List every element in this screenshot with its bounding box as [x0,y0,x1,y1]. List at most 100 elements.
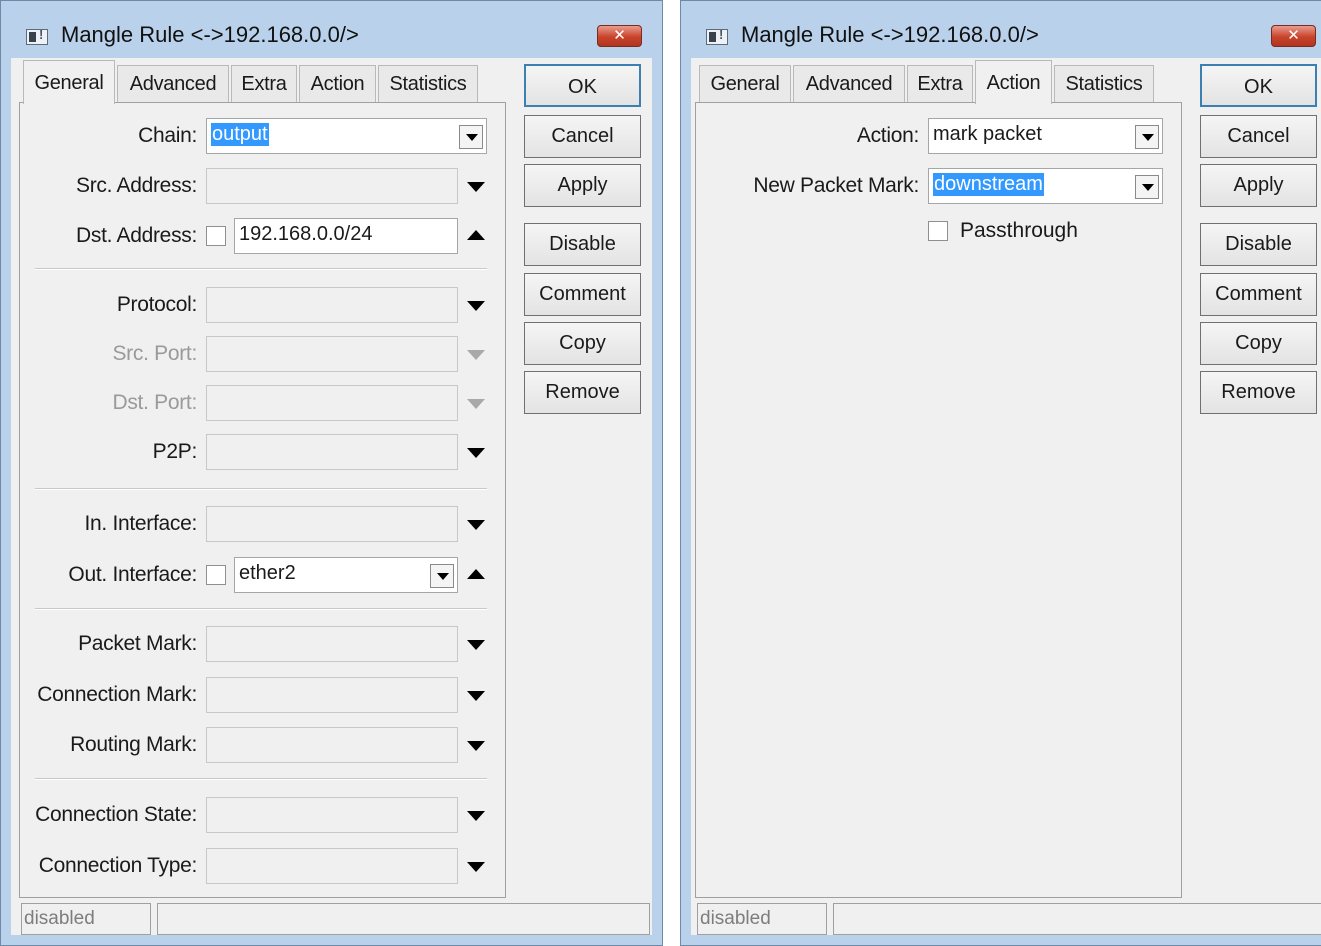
apply-button[interactable]: Apply [1200,164,1317,207]
expand-down-icon[interactable] [467,301,485,311]
chevron-down-icon[interactable] [1135,175,1159,199]
action-tab-panel: Action: mark packet New Packet Mark: dow… [695,102,1182,898]
connection-type-row: Connection Type: [20,848,505,886]
status-extra [833,903,1321,935]
title-bar[interactable]: Mangle Rule <->192.168.0.0/> ✕ [681,1,1321,61]
connection-state-field[interactable] [206,797,458,833]
separator [35,488,487,490]
tab-statistics[interactable]: Statistics [378,65,478,102]
status-state: disabled [697,903,827,935]
window-icon [706,27,728,45]
ok-button[interactable]: OK [1200,64,1317,107]
dst-address-input[interactable]: 192.168.0.0/24 [234,218,458,254]
new-packet-mark-row: New Packet Mark: downstream [696,168,1181,206]
tab-extra[interactable]: Extra [231,65,297,102]
cancel-button[interactable]: Cancel [524,115,641,158]
collapse-up-icon[interactable] [467,230,485,240]
p2p-field[interactable] [206,434,458,470]
cancel-button[interactable]: Cancel [1200,115,1317,158]
expand-down-icon[interactable] [467,691,485,701]
out-interface-select[interactable]: ether2 [234,557,458,593]
out-interface-value: ether2 [239,562,296,584]
copy-button[interactable]: Copy [524,322,641,365]
src-address-label: Src. Address: [76,174,197,197]
packet-mark-row: Packet Mark: [20,626,505,664]
apply-button[interactable]: Apply [524,164,641,207]
expand-down-icon[interactable] [467,862,485,872]
separator [35,268,487,270]
action-label: Action: [856,124,919,147]
new-packet-mark-select[interactable]: downstream [928,168,1163,204]
expand-down-icon[interactable] [467,811,485,821]
packet-mark-field[interactable] [206,626,458,662]
protocol-field[interactable] [206,287,458,323]
src-port-label: Src. Port: [112,342,197,365]
in-interface-row: In. Interface: [20,506,505,544]
protocol-label: Protocol: [116,293,197,316]
src-port-field [206,336,458,372]
in-interface-field[interactable] [206,506,458,542]
new-packet-mark-label: New Packet Mark: [753,174,919,197]
separator [35,608,487,610]
remove-button[interactable]: Remove [524,371,641,414]
protocol-row: Protocol: [20,287,505,325]
expand-down-icon[interactable] [467,640,485,650]
window-icon [26,27,48,45]
chevron-down-icon[interactable] [1135,125,1159,149]
status-bar: disabled [691,899,1321,935]
expand-down-icon [467,350,485,360]
src-port-row: Src. Port: [20,336,505,374]
tab-advanced[interactable]: Advanced [793,65,905,102]
title-bar[interactable]: Mangle Rule <->192.168.0.0/> ✕ [1,1,662,61]
action-value: mark packet [933,123,1042,145]
routing-mark-label: Routing Mark: [70,733,197,756]
connection-mark-label: Connection Mark: [37,683,197,706]
comment-button[interactable]: Comment [1200,273,1317,316]
tab-general[interactable]: General [699,65,791,102]
passthrough-row: Passthrough [696,215,1181,253]
dst-port-label: Dst. Port: [112,391,197,414]
window-client: General Advanced Extra Action Statistics… [11,58,652,935]
src-address-field[interactable] [206,168,458,204]
expand-down-icon[interactable] [467,741,485,751]
connection-mark-field[interactable] [206,677,458,713]
mangle-rule-window-general: Mangle Rule <->192.168.0.0/> ✕ General A… [0,0,663,946]
action-select[interactable]: mark packet [928,118,1163,154]
dst-address-row: Dst. Address: 192.168.0.0/24 [20,218,505,256]
chain-select[interactable]: output [206,118,487,154]
packet-mark-label: Packet Mark: [78,632,197,655]
expand-down-icon[interactable] [467,182,485,192]
expand-down-icon[interactable] [467,520,485,530]
passthrough-label: Passthrough [960,219,1078,242]
close-button[interactable]: ✕ [597,25,642,47]
window-title: Mangle Rule <->192.168.0.0/> [61,22,359,47]
collapse-up-icon[interactable] [467,569,485,579]
connection-type-field[interactable] [206,848,458,884]
src-address-row: Src. Address: [20,168,505,206]
status-bar: disabled [11,899,652,935]
tab-general[interactable]: General [23,60,115,104]
out-interface-negate-checkbox[interactable] [206,565,226,585]
window-title: Mangle Rule <->192.168.0.0/> [741,22,1039,47]
dst-address-negate-checkbox[interactable] [206,226,226,246]
tab-extra[interactable]: Extra [907,65,973,102]
passthrough-checkbox[interactable] [928,221,948,241]
remove-button[interactable]: Remove [1200,371,1317,414]
tab-advanced[interactable]: Advanced [117,65,229,102]
expand-down-icon[interactable] [467,448,485,458]
tab-statistics[interactable]: Statistics [1054,65,1154,102]
close-icon: ✕ [613,27,626,44]
copy-button[interactable]: Copy [1200,322,1317,365]
chevron-down-icon[interactable] [459,125,483,149]
routing-mark-field[interactable] [206,727,458,763]
ok-button[interactable]: OK [524,64,641,107]
close-button[interactable]: ✕ [1271,25,1316,47]
tab-action[interactable]: Action [975,60,1052,104]
chevron-down-icon[interactable] [430,564,454,588]
dst-address-label: Dst. Address: [76,224,197,247]
disable-button[interactable]: Disable [1200,223,1317,266]
tab-action[interactable]: Action [299,65,376,102]
comment-button[interactable]: Comment [524,273,641,316]
in-interface-label: In. Interface: [84,512,197,535]
disable-button[interactable]: Disable [524,223,641,266]
